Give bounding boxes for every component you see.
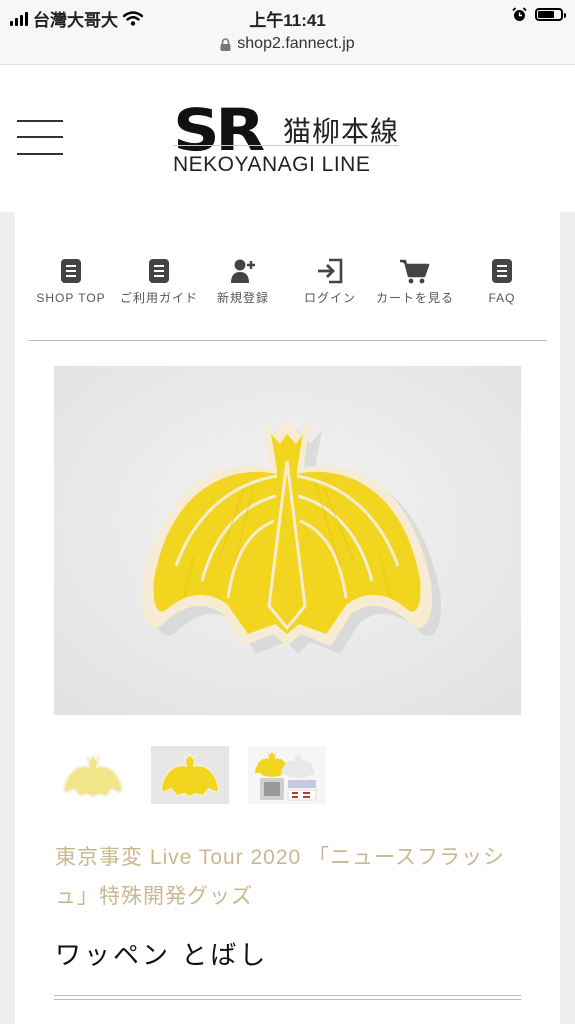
menu-icon[interactable]	[17, 120, 63, 156]
thumbnail-strip	[54, 746, 334, 804]
nav-cart[interactable]: カートを見る	[370, 258, 460, 309]
document-icon	[492, 259, 512, 283]
product-title: ワッペン とばし	[55, 940, 269, 970]
nav-login[interactable]: ログイン	[285, 258, 375, 309]
nav-label: SHOP TOP	[36, 291, 106, 305]
alarm-icon	[512, 7, 527, 21]
status-bar: 台灣大哥大 上午11:41	[0, 0, 575, 34]
product-main-image[interactable]	[54, 366, 521, 715]
cart-icon	[400, 259, 430, 284]
thumbnail-3[interactable]	[248, 746, 326, 804]
site-logo[interactable]: SR 猫柳本線 NEKOYANAGI LINE	[173, 96, 403, 188]
document-icon	[61, 259, 81, 283]
patch-image	[54, 366, 521, 715]
nav-label: FAQ	[488, 291, 516, 305]
address-bar[interactable]: shop2.fannect.jp	[0, 34, 575, 65]
title-divider	[54, 995, 521, 1000]
nav-label: カートを見る	[375, 291, 454, 305]
logo-english: NEKOYANAGI LINE	[173, 153, 371, 176]
document-icon	[149, 259, 169, 283]
logo-divider	[173, 145, 399, 146]
nav-label: ご利用ガイド	[119, 291, 198, 305]
nav-shop-top[interactable]: SHOP TOP	[26, 258, 116, 309]
nav-label: 新規登録	[216, 291, 269, 305]
add-user-icon	[231, 259, 255, 283]
nav-faq[interactable]: FAQ	[457, 258, 547, 309]
thumbnail-1[interactable]	[54, 746, 132, 804]
nav-guide[interactable]: ご利用ガイド	[114, 258, 204, 309]
lock-icon	[220, 37, 231, 51]
status-time: 上午11:41	[249, 11, 326, 30]
shop-nav: SHOP TOP ご利用ガイド 新規登録 ログイン カートを見る FAQ	[28, 258, 547, 340]
nav-register[interactable]: 新規登録	[198, 258, 288, 309]
nav-label: ログイン	[303, 291, 356, 305]
nav-divider	[28, 340, 547, 341]
product-subtitle[interactable]: 東京事変 Live Tour 2020 「ニュースフラッシュ」特殊開発グッズ	[55, 838, 525, 916]
battery-icon	[535, 8, 566, 21]
status-right	[512, 7, 566, 22]
url-text: shop2.fannect.jp	[237, 35, 355, 52]
logo-japanese: 猫柳本線	[283, 116, 400, 147]
login-icon	[318, 258, 343, 284]
thumbnail-2[interactable]	[151, 746, 229, 804]
